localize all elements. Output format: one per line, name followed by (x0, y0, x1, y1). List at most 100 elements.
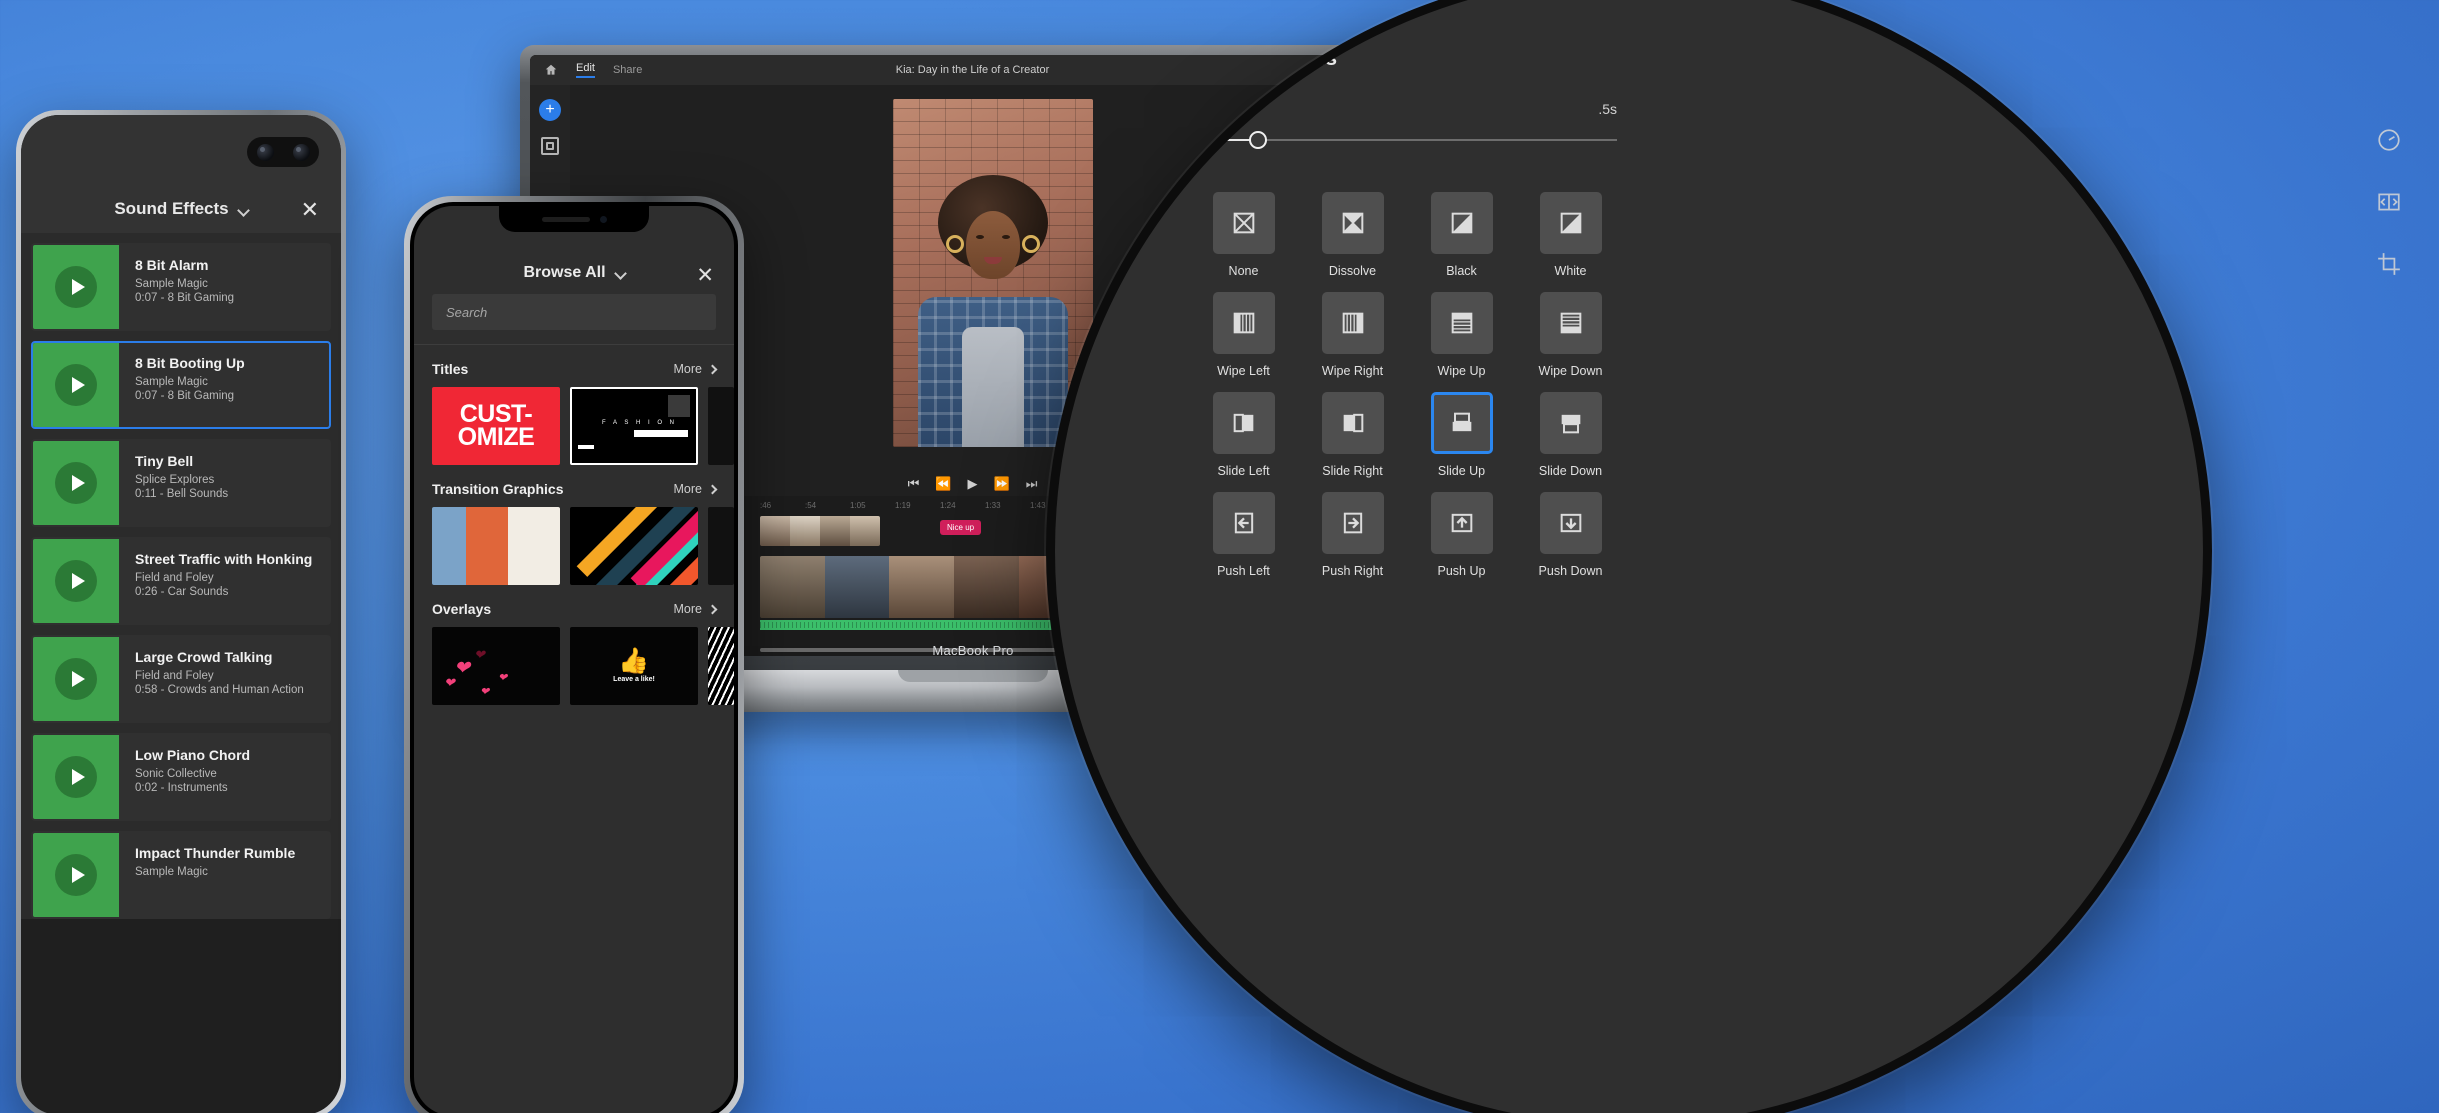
media-browser-button[interactable] (541, 137, 559, 155)
overlay-hearts[interactable]: ❤ ❤ ❤ ❤ ❤ (432, 627, 560, 705)
like-card-text: Leave a like! (613, 676, 655, 683)
home-icon[interactable] (544, 63, 558, 77)
overlay-partial[interactable] (708, 627, 734, 705)
step-forward-icon[interactable]: ⏩ (994, 477, 1010, 490)
list-item[interactable]: Tiny Bell Splice Explores 0:11 - Bell So… (31, 439, 331, 527)
clip-badge[interactable]: Nice up (940, 520, 982, 535)
push-up-icon[interactable] (1430, 492, 1493, 554)
step-back-icon[interactable]: ⏪ (935, 477, 951, 490)
transition-graphic-chevrons[interactable] (432, 507, 560, 585)
push-down-icon[interactable] (1539, 492, 1602, 554)
duration-slider[interactable] (1197, 130, 1617, 150)
play-icon (55, 560, 97, 602)
sound-effects-list[interactable]: 8 Bit Alarm Sample Magic 0:07 - 8 Bit Ga… (21, 233, 341, 919)
sound-artwork[interactable] (33, 637, 119, 721)
transition-push-left[interactable]: Push Left (1197, 492, 1290, 578)
chevron-down-icon[interactable] (236, 204, 250, 217)
transition-graphics-row[interactable] (414, 507, 734, 585)
push-right-icon[interactable] (1321, 492, 1384, 554)
titles-row[interactable]: CUST- OMIZE F A S H I O N (414, 387, 734, 465)
chevron-down-icon[interactable] (1194, 46, 1212, 64)
sound-artwork[interactable] (33, 343, 119, 427)
iphone-device: Browse All ✕ Search Titles More CUST- OM… (404, 196, 744, 1113)
slide-down-icon[interactable] (1539, 392, 1602, 454)
sound-artwork[interactable] (33, 833, 119, 917)
front-camera-cutout (247, 137, 319, 167)
chevron-down-icon[interactable] (613, 267, 627, 280)
transition-white[interactable]: White (1524, 192, 1617, 278)
list-item[interactable]: Street Traffic with Honking Field and Fo… (31, 537, 331, 625)
close-icon[interactable]: ✕ (696, 265, 714, 286)
transition-push-down[interactable]: Push Down (1524, 492, 1617, 578)
title-template-partial[interactable] (708, 387, 734, 465)
dissolve-icon[interactable] (1321, 192, 1384, 254)
transition-none[interactable]: None (1197, 192, 1290, 278)
sound-artwork[interactable] (33, 539, 119, 623)
search-input[interactable]: Search (432, 294, 716, 330)
title-template-fashion[interactable]: F A S H I O N (570, 387, 698, 465)
transition-graphic-partial[interactable] (708, 507, 734, 585)
transition-black[interactable]: Black (1415, 192, 1508, 278)
slide-up-icon[interactable] (1430, 392, 1493, 454)
transition-wipe-up[interactable]: Wipe Up (1415, 292, 1508, 378)
section-header-transition-graphics: Transition Graphics More (414, 465, 734, 507)
transition-wipe-left[interactable]: Wipe Left (1197, 292, 1290, 378)
sound-duration: 0:07 - 8 Bit Gaming (135, 292, 235, 304)
transition-wipe-down[interactable]: Wipe Down (1524, 292, 1617, 378)
go-to-end-icon[interactable]: ⏭ (1026, 477, 1038, 490)
overlays-row[interactable]: ❤ ❤ ❤ ❤ ❤ 👍 Leave a like! (414, 627, 734, 705)
clip-thumbnail-strip[interactable] (760, 516, 880, 546)
more-button-overlays[interactable]: More (674, 602, 718, 616)
list-item[interactable]: 8 Bit Booting Up Sample Magic 0:07 - 8 B… (31, 341, 331, 429)
wipe-right-icon[interactable] (1321, 292, 1384, 354)
list-item[interactable]: Low Piano Chord Sonic Collective 0:02 - … (31, 733, 331, 821)
more-button-titles[interactable]: More (674, 362, 718, 376)
list-item[interactable]: 8 Bit Alarm Sample Magic 0:07 - 8 Bit Ga… (31, 243, 331, 331)
dip-to-white-icon[interactable] (1539, 192, 1602, 254)
sound-artwork[interactable] (33, 441, 119, 525)
transitions-icon[interactable] (2369, 182, 2409, 222)
transition-push-right[interactable]: Push Right (1306, 492, 1399, 578)
more-button-transition-graphics[interactable]: More (674, 482, 718, 496)
iphone-screen: Browse All ✕ Search Titles More CUST- OM… (414, 206, 734, 1113)
add-media-button[interactable]: + (539, 99, 561, 121)
title-template-customize[interactable]: CUST- OMIZE (432, 387, 560, 465)
transitions-header[interactable]: Transitions (1194, 46, 1617, 71)
overlay-leave-a-like[interactable]: 👍 Leave a like! (570, 627, 698, 705)
transition-slide-right[interactable]: Slide Right (1306, 392, 1399, 478)
transition-label: Dissolve (1328, 264, 1377, 278)
sound-name: Street Traffic with Honking (135, 551, 313, 567)
duration-label: Duration (1197, 101, 1254, 118)
play-icon[interactable]: ▶ (968, 477, 978, 490)
slide-right-icon[interactable] (1321, 392, 1384, 454)
wipe-up-icon[interactable] (1430, 292, 1493, 354)
wipe-down-icon[interactable] (1539, 292, 1602, 354)
speed-icon[interactable] (2369, 120, 2409, 160)
transition-wipe-right[interactable]: Wipe Right (1306, 292, 1399, 378)
transition-dissolve[interactable]: Dissolve (1306, 192, 1399, 278)
transitions-title: Transitions (1223, 47, 1338, 70)
slide-left-icon[interactable] (1212, 392, 1275, 454)
list-item[interactable]: Impact Thunder Rumble Sample Magic (31, 831, 331, 919)
slider-fill (1197, 139, 1257, 141)
close-icon[interactable]: ✕ (301, 199, 319, 221)
crop-icon[interactable] (2369, 244, 2409, 284)
transition-graphic-diagonals[interactable] (570, 507, 698, 585)
go-to-start-icon[interactable]: ⏮ (908, 477, 920, 490)
transition-slide-left[interactable]: Slide Left (1197, 392, 1290, 478)
sound-artwork[interactable] (33, 735, 119, 819)
slider-knob[interactable] (1249, 131, 1267, 149)
transition-push-up[interactable]: Push Up (1415, 492, 1508, 578)
transition-slide-up[interactable]: Slide Up (1415, 392, 1508, 478)
wipe-left-icon[interactable] (1212, 292, 1275, 354)
sound-artwork[interactable] (33, 245, 119, 329)
sound-artist: Splice Explores (135, 474, 215, 486)
sound-artist: Sample Magic (135, 866, 208, 878)
list-item[interactable]: Large Crowd Talking Field and Foley 0:58… (31, 635, 331, 723)
dip-to-black-icon[interactable] (1430, 192, 1493, 254)
push-left-icon[interactable] (1212, 492, 1275, 554)
tab-edit[interactable]: Edit (576, 62, 595, 78)
transition-slide-down[interactable]: Slide Down (1524, 392, 1617, 478)
none-icon[interactable] (1212, 192, 1275, 254)
tab-share[interactable]: Share (613, 64, 642, 76)
